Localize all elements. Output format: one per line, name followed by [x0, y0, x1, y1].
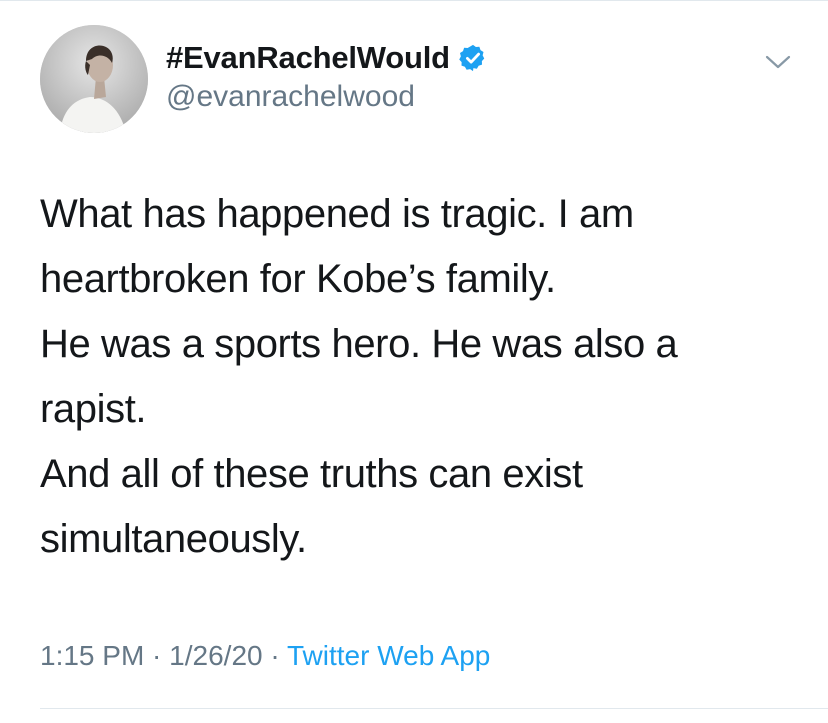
avatar[interactable]: [40, 25, 148, 133]
meta-separator: ·: [144, 640, 170, 671]
tweet-metadata: 1:15 PM · 1/26/20 · Twitter Web App: [40, 640, 490, 672]
verified-badge-icon: [459, 44, 485, 72]
tweet-text: What has happened is tragic. I am heartb…: [40, 182, 800, 572]
tweet-source-link[interactable]: Twitter Web App: [287, 640, 490, 671]
tweet-date[interactable]: 1/26/20: [169, 640, 262, 671]
tweet-text-line: What has happened is tragic. I am: [40, 192, 634, 236]
display-name-row[interactable]: #EvanRachelWould: [166, 38, 488, 78]
meta-separator: ·: [262, 640, 287, 671]
display-name[interactable]: #EvanRachelWould: [166, 40, 450, 76]
tweet-text-line: rapist.: [40, 387, 147, 431]
bottom-divider: [40, 708, 828, 709]
tweet: #EvanRachelWould @evanrachelwood What ha…: [0, 0, 828, 723]
user-handle[interactable]: @evanrachelwood: [166, 80, 415, 114]
tweet-text-line: heartbroken for Kobe’s family.: [40, 257, 556, 301]
chevron-down-icon[interactable]: [764, 52, 792, 72]
tweet-text-line: simultaneously.: [40, 517, 307, 561]
tweet-text-line: And all of these truths can exist: [40, 452, 583, 496]
tweet-text-line: He was a sports hero. He was also a: [40, 322, 678, 366]
tweet-time[interactable]: 1:15 PM: [40, 640, 144, 671]
avatar-image: [40, 25, 148, 133]
